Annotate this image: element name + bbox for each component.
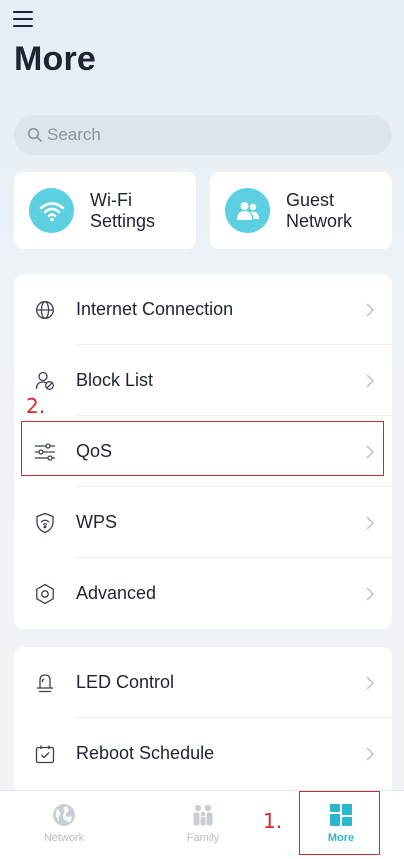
- annotation-step-2-box: [21, 421, 384, 476]
- hamburger-menu-icon[interactable]: [13, 11, 33, 27]
- chevron-right-icon: [366, 303, 374, 316]
- guest-network-label: Guest Network: [286, 189, 353, 231]
- row-internet-connection[interactable]: Internet Connection: [14, 274, 392, 345]
- page-title: More: [14, 40, 97, 78]
- annotation-step-2-label: 2.: [26, 394, 46, 418]
- row-reboot-schedule[interactable]: Reboot Schedule: [14, 718, 392, 789]
- tab-label: Network: [43, 832, 85, 844]
- chevron-right-icon: [366, 516, 374, 529]
- shield-icon: [34, 512, 56, 534]
- row-wps[interactable]: WPS: [14, 487, 392, 558]
- chevron-right-icon: [366, 374, 374, 387]
- guest-users-icon: [225, 188, 270, 233]
- wifi-icon: [29, 188, 74, 233]
- guest-network-card[interactable]: Guest Network: [210, 172, 392, 249]
- hexagon-gear-icon: [34, 583, 56, 605]
- globe-icon: [34, 299, 56, 321]
- annotation-step-1-box: [299, 791, 380, 855]
- row-label: LED Control: [76, 672, 175, 692]
- network-globe-icon: [53, 804, 75, 826]
- chevron-right-icon: [366, 676, 374, 689]
- wifi-settings-label: Wi-Fi Settings: [90, 189, 156, 231]
- search-icon: [27, 127, 42, 142]
- row-advanced[interactable]: Advanced: [14, 558, 392, 629]
- row-label: WPS: [76, 512, 118, 532]
- row-label: Reboot Schedule: [76, 743, 215, 763]
- annotation-step-1-label: 1.: [263, 809, 283, 833]
- row-label: Internet Connection: [76, 299, 234, 319]
- search-input[interactable]: Search: [14, 115, 392, 155]
- row-led-control[interactable]: LED Control: [14, 647, 392, 718]
- wifi-settings-card[interactable]: Wi-Fi Settings: [14, 172, 196, 249]
- family-icon: [193, 804, 213, 826]
- tab-label: Family: [186, 832, 220, 844]
- calendar-check-icon: [34, 743, 56, 765]
- row-label: Advanced: [76, 583, 157, 603]
- settings-group-device: LED Control Reboot Schedule: [14, 647, 392, 797]
- row-block-list[interactable]: Block List: [14, 345, 392, 416]
- chevron-right-icon: [366, 747, 374, 760]
- chevron-right-icon: [366, 587, 374, 600]
- user-block-icon: [34, 370, 56, 392]
- led-lamp-icon: [34, 672, 56, 694]
- row-label: Block List: [76, 370, 154, 390]
- tab-network[interactable]: Network: [24, 791, 104, 859]
- search-placeholder: Search: [47, 125, 101, 144]
- tab-family[interactable]: Family: [163, 791, 243, 859]
